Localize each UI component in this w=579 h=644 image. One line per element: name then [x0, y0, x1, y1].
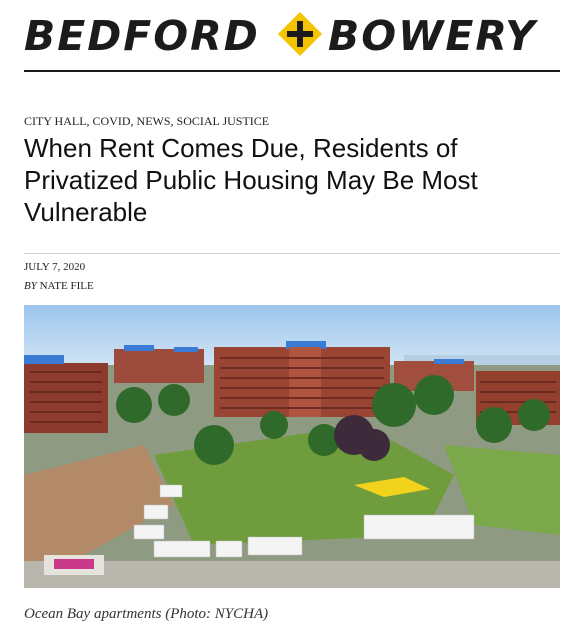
category-list: CITY HALL, COVID, NEWS, SOCIAL JUSTICE	[24, 114, 269, 129]
site-logo[interactable]: BEDFORD BOWERY	[24, 6, 560, 62]
author-link[interactable]: NATE FILE	[40, 280, 94, 292]
byline: BY NATE FILE	[24, 280, 94, 292]
article-page: BEDFORD BOWERY CITY HALL, COVID, NEWS, S…	[0, 0, 579, 644]
plus-diamond-icon	[278, 12, 322, 56]
category-link-social-justice[interactable]: SOCIAL JUSTICE	[177, 114, 270, 128]
byline-prefix: BY	[24, 280, 37, 292]
publish-date: JULY 7, 2020	[24, 261, 86, 273]
article-headline: When Rent Comes Due, Residents of Privat…	[24, 133, 478, 227]
category-link-covid[interactable]: COVID	[93, 114, 131, 128]
logo-word-right: BOWERY	[328, 12, 537, 60]
category-link-city-hall[interactable]: CITY HALL	[24, 114, 87, 128]
masthead-divider	[24, 70, 560, 72]
logo-word-left: BEDFORD	[24, 12, 260, 60]
housing-complex-photo[interactable]	[24, 305, 560, 588]
meta-divider	[24, 253, 560, 254]
category-link-news[interactable]: NEWS	[137, 114, 171, 128]
photo-caption: Ocean Bay apartments (Photo: NYCHA)	[24, 606, 269, 622]
